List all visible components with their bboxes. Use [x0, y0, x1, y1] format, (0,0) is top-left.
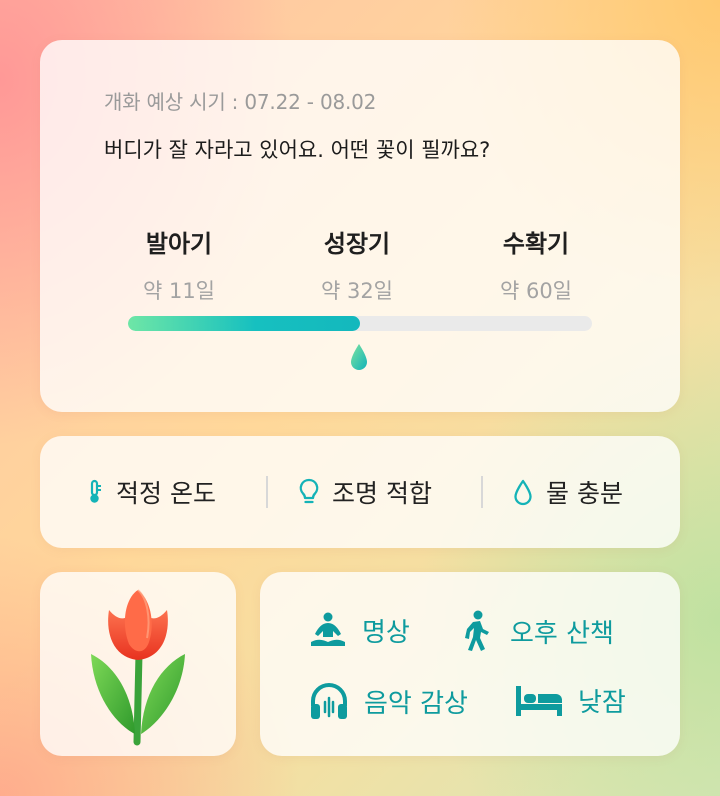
flower-card[interactable]	[40, 572, 236, 756]
status-water: 물 충분	[512, 436, 623, 548]
activity-label: 오후 산책	[510, 618, 614, 649]
bloom-period: 개화 예상 시기 : 07.22 - 08.02	[104, 90, 377, 114]
activity-meditation[interactable]: 명상	[308, 610, 410, 650]
stage-growth: 성장기 약 32일	[282, 224, 432, 305]
stage-days: 약 60일	[499, 279, 573, 303]
water-drop-icon	[514, 479, 532, 506]
activity-label: 명상	[362, 617, 410, 648]
meditation-icon	[311, 612, 345, 646]
tulip-icon	[91, 589, 185, 746]
growth-progress-bar	[128, 316, 592, 331]
growth-progress-fill	[128, 316, 360, 331]
lightbulb-icon	[299, 478, 319, 504]
activity-music[interactable]: 음악 감상	[308, 680, 468, 722]
activity-label: 음악 감상	[364, 688, 468, 719]
thermometer-icon	[90, 479, 101, 503]
stage-name: 성장기	[323, 230, 391, 258]
divider	[481, 476, 483, 508]
stage-days: 약 11일	[142, 279, 216, 303]
walking-icon	[465, 610, 489, 651]
activities-card: 명상 오후 산책 음악 감상 낮잠	[260, 572, 680, 756]
status-lighting: 조명 적합	[298, 436, 432, 548]
activity-nap[interactable]: 낮잠	[514, 680, 626, 720]
stage-germination: 발아기 약 11일	[104, 224, 254, 305]
growth-card: 개화 예상 시기 : 07.22 - 08.02 버디가 잘 자라고 있어요. …	[40, 40, 680, 412]
status-label: 조명 적합	[332, 479, 432, 508]
divider	[266, 476, 268, 508]
status-card: 적정 온도 조명 적합 물 충분	[40, 436, 680, 548]
water-drop-icon	[351, 344, 367, 370]
stage-name: 수확기	[502, 230, 570, 258]
stage-name: 발아기	[145, 230, 213, 258]
headphones-icon	[311, 683, 347, 719]
status-label: 물 충분	[546, 479, 623, 508]
bed-icon	[516, 686, 562, 716]
stage-harvest: 수확기 약 60일	[461, 224, 611, 305]
activity-walk[interactable]: 오후 산책	[456, 610, 614, 652]
status-label: 적정 온도	[116, 479, 216, 508]
status-temperature: 적정 온도	[86, 436, 216, 548]
growth-headline: 버디가 잘 자라고 있어요. 어떤 꽃이 필까요?	[104, 138, 491, 162]
activity-label: 낮잠	[578, 687, 626, 718]
stage-days: 약 32일	[320, 279, 394, 303]
